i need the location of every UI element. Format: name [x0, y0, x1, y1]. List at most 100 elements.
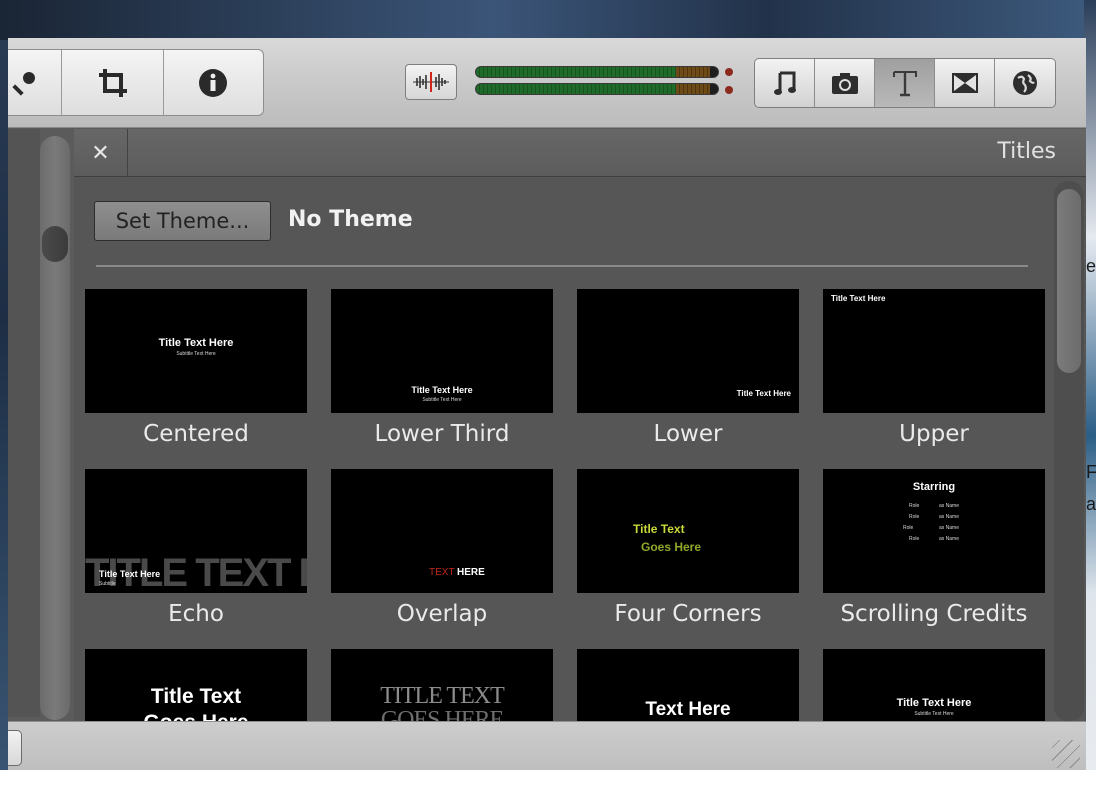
info-button[interactable]	[164, 50, 263, 115]
tile-caption: Lower	[653, 421, 723, 447]
credit-role: Role	[909, 536, 920, 542]
music-note-icon	[773, 71, 796, 95]
thumbnail-subtitle-text: Subtitle Text Here	[914, 711, 954, 717]
globe-icon	[1013, 71, 1037, 95]
thumbnail-title-text: Title Text Here	[99, 569, 161, 579]
title-style-tile[interactable]: Title Text Here Upper	[823, 289, 1045, 447]
title-style-tile[interactable]: Title Text Goes Here Four Corners	[577, 469, 799, 627]
title-style-tile[interactable]: Title Text Here Lower	[577, 289, 799, 447]
set-theme-button[interactable]: Set Theme...	[94, 201, 271, 241]
crop-button[interactable]	[62, 50, 164, 115]
voiceover-button[interactable]	[8, 50, 63, 115]
title-thumbnail: Title Text Here	[823, 289, 1045, 413]
music-browser-button[interactable]	[755, 59, 815, 107]
credit-role: Role	[909, 514, 920, 520]
screen-bottom-margin	[0, 770, 1096, 792]
bottom-control-button[interactable]	[8, 730, 22, 766]
thumbnail-subtitle-text: Subtitle Text Here	[422, 397, 462, 403]
thumbnail-title-text: Title Text Here	[736, 389, 791, 398]
title-thumbnail: Title Text Here Subtitle Text Here	[85, 289, 307, 413]
tile-caption: Overlap	[396, 601, 488, 627]
title-style-tile[interactable]: Starring Role as Name Role as Name Role …	[823, 469, 1045, 627]
credit-name: as Name	[939, 525, 960, 531]
tile-caption: Upper	[899, 421, 969, 447]
thumbnail-title-text: TITLE TEXT	[380, 683, 505, 709]
titles-scrollbar[interactable]	[1054, 181, 1084, 721]
browser-buttons	[754, 58, 1056, 108]
thumbnail-title-text: Title Text Here	[411, 385, 473, 395]
desktop-top-strip	[0, 0, 1096, 40]
title-style-tile[interactable]: TITLE TEXT HERE Title Text Here Subtitle…	[85, 469, 307, 627]
tile-caption: Scrolling Credits	[840, 601, 1028, 627]
tile-caption: Echo	[168, 601, 224, 627]
titles-scrollbar-knob[interactable]	[1057, 189, 1081, 373]
desktop-text-fragment: e	[1086, 256, 1096, 276]
maps-browser-button[interactable]	[995, 59, 1055, 107]
thumbnail-title-text: Title Text Here	[896, 697, 972, 709]
text-t-icon	[892, 71, 917, 97]
audio-meter-right	[475, 83, 719, 95]
camera-icon	[831, 73, 858, 94]
resize-grip-icon[interactable]	[1052, 740, 1080, 768]
current-theme-label: No Theme	[288, 207, 413, 232]
toolbar	[8, 38, 1086, 128]
desktop-text-fragment: F	[1086, 462, 1096, 482]
desktop-text-fragment: a	[1086, 494, 1096, 514]
tile-caption: Centered	[143, 421, 249, 447]
microphone-icon	[12, 71, 36, 96]
meter-clip-indicator	[725, 86, 733, 94]
panel-header: ✕ Titles	[74, 129, 1086, 177]
imovie-window: ✕ Titles Set Theme... No Theme Title Tex…	[8, 38, 1086, 774]
bottom-bar	[8, 721, 1086, 774]
thumbnail-title-text: Title Text	[633, 522, 685, 536]
transition-icon	[951, 73, 978, 93]
thumbnail-title-text-red: TEXT	[429, 567, 455, 578]
title-thumbnail: Starring Role as Name Role as Name Role …	[823, 469, 1045, 593]
waveform-icon	[413, 72, 449, 92]
thumbnail-title-text: Starring	[912, 481, 956, 493]
audio-meter-left	[475, 66, 719, 78]
close-panel-button[interactable]: ✕	[74, 129, 128, 177]
title-thumbnail: Title Text Here Subtitle Text Here	[331, 289, 553, 413]
audio-meter-right-peak	[676, 84, 710, 94]
transitions-browser-button[interactable]	[935, 59, 995, 107]
tile-caption: Four Corners	[614, 601, 762, 627]
project-pane-edge	[8, 129, 40, 717]
tool-group	[8, 49, 264, 116]
thumbnail-title-text-2: Goes Here	[641, 540, 702, 554]
info-icon	[199, 68, 228, 97]
titles-browser-button[interactable]	[875, 59, 935, 107]
thumbnail-subtitle-text: Subtitle	[99, 581, 116, 587]
audio-meter-left-fill	[476, 67, 685, 77]
credit-role: Role	[903, 525, 914, 531]
divider	[96, 265, 1028, 267]
audio-skimming-button[interactable]	[405, 64, 457, 100]
thumbnail-title-text-white: HERE	[457, 567, 485, 578]
meter-clip-indicator	[725, 68, 733, 76]
audio-meter-right-fill	[476, 84, 685, 94]
title-style-tile[interactable]: TEXT HERE Overlap	[331, 469, 553, 627]
thumbnail-title-text: Text Here	[645, 699, 731, 720]
tile-caption: Lower Third	[374, 421, 510, 447]
thumbnail-title-text: Title Text Here	[158, 337, 234, 349]
credit-name: as Name	[939, 536, 960, 542]
project-scrollbar[interactable]	[40, 136, 70, 720]
credit-role: Role	[909, 503, 920, 509]
crop-icon	[98, 68, 127, 97]
title-style-tile[interactable]: Title Text Here Subtitle Text Here Lower…	[331, 289, 553, 447]
photos-browser-button[interactable]	[815, 59, 875, 107]
thumbnail-title-text: Title Text	[150, 685, 242, 708]
thumbnail-subtitle-text: Subtitle Text Here	[176, 351, 216, 357]
credit-name: as Name	[939, 514, 960, 520]
panel-title: Titles	[997, 139, 1056, 164]
project-scrollbar-knob[interactable]	[42, 226, 68, 262]
audio-meter-left-peak	[676, 67, 710, 77]
titles-browser-panel: ✕ Titles Set Theme... No Theme Title Tex…	[74, 129, 1086, 773]
title-style-tile[interactable]: Title Text Here Subtitle Text Here Cente…	[85, 289, 307, 447]
title-thumbnail: Title Text Goes Here	[577, 469, 799, 593]
title-thumbnail: TITLE TEXT HERE Title Text Here Subtitle	[85, 469, 307, 593]
title-thumbnail: Title Text Here	[577, 289, 799, 413]
title-thumbnail: TEXT HERE	[331, 469, 553, 593]
thumbnail-title-text: Title Text Here	[831, 294, 886, 303]
credit-name: as Name	[939, 503, 960, 509]
